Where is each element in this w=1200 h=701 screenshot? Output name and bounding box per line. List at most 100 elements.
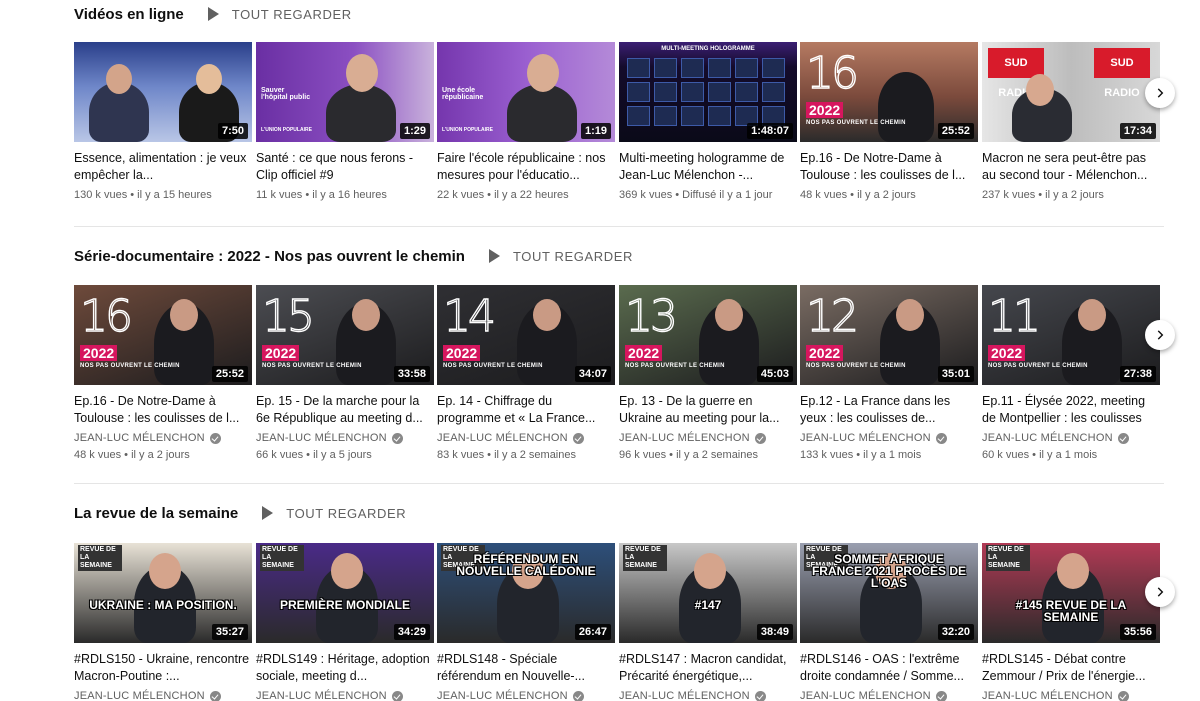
- channel-name[interactable]: JEAN-LUC MÉLENCHON: [437, 432, 615, 444]
- video-card[interactable]: 11 2022 NOS PAS OUVRENT LE CHEMIN 27:38 Ep.1…: [982, 285, 1160, 461]
- video-card[interactable]: 16 2022 NOS PAS OUVRENT LE CHEMIN 25:52 Ep.1…: [800, 42, 978, 201]
- video-card[interactable]: MULTI-MEETING HOLOGRAMME 1:48:07 Multi-mee…: [619, 42, 797, 201]
- video-card[interactable]: 14 2022 NOS PAS OUVRENT LE CHEMIN 34:07 Ep. …: [437, 285, 615, 461]
- play-all-button[interactable]: TOUT REGARDER: [262, 506, 406, 521]
- video-thumbnail[interactable]: REVUE DE LA SEMAINE RÉFÉRENDUM EN NOUVELL…: [437, 543, 615, 643]
- video-meta: 96 k vues • il y a 2 semaines: [619, 449, 797, 461]
- play-all-button[interactable]: TOUT REGARDER: [488, 249, 633, 264]
- video-row: 7:50 Essence, alimentation : je veux empê…: [74, 42, 1174, 222]
- chevron-right-icon: [1157, 587, 1164, 597]
- video-title[interactable]: Ep. 15 - De la marche pour la 6e Républi…: [256, 393, 434, 427]
- video-title[interactable]: Multi-meeting hologramme de Jean-Luc Mél…: [619, 150, 797, 184]
- channel-name[interactable]: JEAN-LUC MÉLENCHON: [74, 690, 252, 701]
- video-thumbnail[interactable]: SUD RADIO SUD RADIO 17:34: [982, 42, 1160, 142]
- next-arrow-button[interactable]: [1145, 577, 1175, 607]
- video-thumbnail[interactable]: 16 2022 NOS PAS OUVRENT LE CHEMIN 25:52: [74, 285, 252, 385]
- video-title[interactable]: Ep. 13 - De la guerre en Ukraine au meet…: [619, 393, 797, 427]
- video-card[interactable]: 15 2022 NOS PAS OUVRENT LE CHEMIN 33:58 Ep. …: [256, 285, 434, 461]
- video-card[interactable]: REVUE DE LA SEMAINE #145 REVUE DE LA SEMA…: [982, 543, 1160, 701]
- channel-name[interactable]: JEAN-LUC MÉLENCHON: [74, 432, 252, 444]
- video-thumbnail[interactable]: 12 2022 NOS PAS OUVRENT LE CHEMIN 35:01: [800, 285, 978, 385]
- video-card[interactable]: REVUE DE LA SEMAINE UKRAINE : MA POSITION…: [74, 543, 252, 701]
- video-thumbnail[interactable]: 16 2022 NOS PAS OUVRENT LE CHEMIN 25:52: [800, 42, 978, 142]
- next-arrow-button[interactable]: [1145, 78, 1175, 108]
- shelf-weekly-review: La revue de la semaine TOUT REGARDER REV…: [0, 501, 1200, 701]
- play-all-button[interactable]: TOUT REGARDER: [207, 7, 352, 22]
- video-title[interactable]: Santé : ce que nous ferons - Clip offici…: [256, 150, 434, 184]
- video-title[interactable]: Ep.16 - De Notre-Dame à Toulouse : les c…: [800, 150, 978, 184]
- channel-name[interactable]: JEAN-LUC MÉLENCHON: [619, 690, 797, 701]
- video-thumbnail[interactable]: REVUE DE LA SEMAINE #147 38:49: [619, 543, 797, 643]
- series-tag: NOS PAS OUVRENT LE CHEMIN: [988, 363, 1088, 369]
- video-thumbnail[interactable]: REVUE DE LA SEMAINE PREMIÈRE MONDIALE 34:2…: [256, 543, 434, 643]
- hologram-tile: [654, 106, 677, 126]
- channel-name-text: JEAN-LUC MÉLENCHON: [437, 432, 568, 444]
- video-title[interactable]: Ep.16 - De Notre-Dame à Toulouse : les c…: [74, 393, 252, 427]
- video-title[interactable]: #RDLS149 : Héritage, adoption sociale, m…: [256, 651, 434, 685]
- shelf-title[interactable]: La revue de la semaine: [74, 505, 238, 522]
- next-arrow-button[interactable]: [1145, 320, 1175, 350]
- video-thumbnail[interactable]: 15 2022 NOS PAS OUVRENT LE CHEMIN 33:58: [256, 285, 434, 385]
- sud-radio-logo: SUD RADIO: [1094, 48, 1150, 99]
- video-thumbnail[interactable]: REVUE DE LA SEMAINE UKRAINE : MA POSITION…: [74, 543, 252, 643]
- video-card[interactable]: REVUE DE LA SEMAINE PREMIÈRE MONDIALE 34:2…: [256, 543, 434, 701]
- channel-name-text: JEAN-LUC MÉLENCHON: [256, 690, 387, 701]
- shelf-title[interactable]: Vidéos en ligne: [74, 6, 184, 23]
- video-title[interactable]: #RDLS150 - Ukraine, rencontre Macron-Pou…: [74, 651, 252, 685]
- channel-name[interactable]: JEAN-LUC MÉLENCHON: [437, 690, 615, 701]
- video-title[interactable]: #RDLS147 : Macron candidat, Précarité én…: [619, 651, 797, 685]
- video-card[interactable]: SUD RADIO SUD RADIO 17:34 Macron ne sera pe…: [982, 42, 1160, 201]
- verified-check-icon: [391, 432, 403, 444]
- video-card[interactable]: REVUE DE LA SEMAINE #147 38:49 #RDLS147 : M…: [619, 543, 797, 701]
- video-card[interactable]: REVUE DE LA SEMAINE RÉFÉRENDUM EN NOUVELL…: [437, 543, 615, 701]
- video-thumbnail[interactable]: MULTI-MEETING HOLOGRAMME 1:48:07: [619, 42, 797, 142]
- video-card[interactable]: 16 2022 NOS PAS OUVRENT LE CHEMIN 25:52 Ep.1…: [74, 285, 252, 461]
- thumbnail-caption: #147: [694, 598, 722, 612]
- channel-name[interactable]: JEAN-LUC MÉLENCHON: [800, 432, 978, 444]
- channel-name[interactable]: JEAN-LUC MÉLENCHON: [982, 432, 1160, 444]
- view-count: 60 k vues: [982, 449, 1030, 461]
- duration-badge: 1:19: [580, 123, 611, 139]
- video-title[interactable]: Ep.12 - La France dans les yeux : les co…: [800, 393, 978, 427]
- video-title[interactable]: Faire l'école républicaine : nos mesures…: [437, 150, 615, 184]
- video-title[interactable]: Ep. 14 - Chiffrage du programme et « La …: [437, 393, 615, 427]
- video-thumbnail[interactable]: 13 2022 NOS PAS OUVRENT LE CHEMIN 45:03: [619, 285, 797, 385]
- face-shape: [196, 64, 222, 94]
- video-card[interactable]: Une école républicaine L'UNION POPULAIRE 1…: [437, 42, 615, 201]
- channel-name[interactable]: JEAN-LUC MÉLENCHON: [800, 690, 978, 701]
- play-icon: [262, 506, 274, 520]
- shelf-divider: [74, 226, 1164, 227]
- shelf-title[interactable]: Série-documentaire : 2022 - Nos pas ouvr…: [74, 248, 465, 265]
- channel-name-text: JEAN-LUC MÉLENCHON: [619, 690, 750, 701]
- video-title[interactable]: Ep.11 - Élysée 2022, meeting de Montpell…: [982, 393, 1160, 427]
- channel-name[interactable]: JEAN-LUC MÉLENCHON: [619, 432, 797, 444]
- video-title[interactable]: Essence, alimentation : je veux empêcher…: [74, 150, 252, 184]
- channel-name[interactable]: JEAN-LUC MÉLENCHON: [982, 690, 1160, 701]
- hologram-tile: [708, 82, 731, 102]
- video-title[interactable]: Macron ne sera peut-être pas au second t…: [982, 150, 1160, 184]
- video-thumbnail[interactable]: REVUE DE LA SEMAINE #145 REVUE DE LA SEMA…: [982, 543, 1160, 643]
- duration-badge: 26:47: [574, 624, 611, 640]
- video-card[interactable]: Sauver l'hôpital public L'UNION POPULAIRE…: [256, 42, 434, 201]
- channel-name[interactable]: JEAN-LUC MÉLENCHON: [256, 690, 434, 701]
- video-title[interactable]: #RDLS148 - Spéciale référendum en Nouvel…: [437, 651, 615, 685]
- video-card[interactable]: 13 2022 NOS PAS OUVRENT LE CHEMIN 45:03 Ep. …: [619, 285, 797, 461]
- video-thumbnail[interactable]: 14 2022 NOS PAS OUVRENT LE CHEMIN 34:07: [437, 285, 615, 385]
- video-thumbnail[interactable]: REVUE DE LA SEMAINE SOMMET AFRIQUE FRANCE…: [800, 543, 978, 643]
- video-title[interactable]: #RDLS145 - Débat contre Zemmour / Prix d…: [982, 651, 1160, 685]
- video-thumbnail[interactable]: Une école républicaine L'UNION POPULAIRE 1…: [437, 42, 615, 142]
- video-card[interactable]: REVUE DE LA SEMAINE SOMMET AFRIQUE FRANCE…: [800, 543, 978, 701]
- channel-name[interactable]: JEAN-LUC MÉLENCHON: [256, 432, 434, 444]
- video-title[interactable]: #RDLS146 - OAS : l'extrême droite condam…: [800, 651, 978, 685]
- video-thumbnail[interactable]: Sauver l'hôpital public L'UNION POPULAIRE…: [256, 42, 434, 142]
- video-card[interactable]: 7:50 Essence, alimentation : je veux empê…: [74, 42, 252, 201]
- video-meta: 48 k vues • il y a 2 jours: [74, 449, 252, 461]
- thumbnail-caption: Une école républicaine: [442, 87, 484, 101]
- video-card[interactable]: 12 2022 NOS PAS OUVRENT LE CHEMIN 35:01 Ep.1…: [800, 285, 978, 461]
- year-badge: 2022: [806, 102, 844, 118]
- meta-separator: •: [302, 189, 313, 201]
- video-meta: 11 k vues • il y a 16 heures: [256, 189, 434, 201]
- meta-separator: •: [484, 189, 495, 201]
- video-thumbnail[interactable]: 7:50: [74, 42, 252, 142]
- video-thumbnail[interactable]: 11 2022 NOS PAS OUVRENT LE CHEMIN 27:38: [982, 285, 1160, 385]
